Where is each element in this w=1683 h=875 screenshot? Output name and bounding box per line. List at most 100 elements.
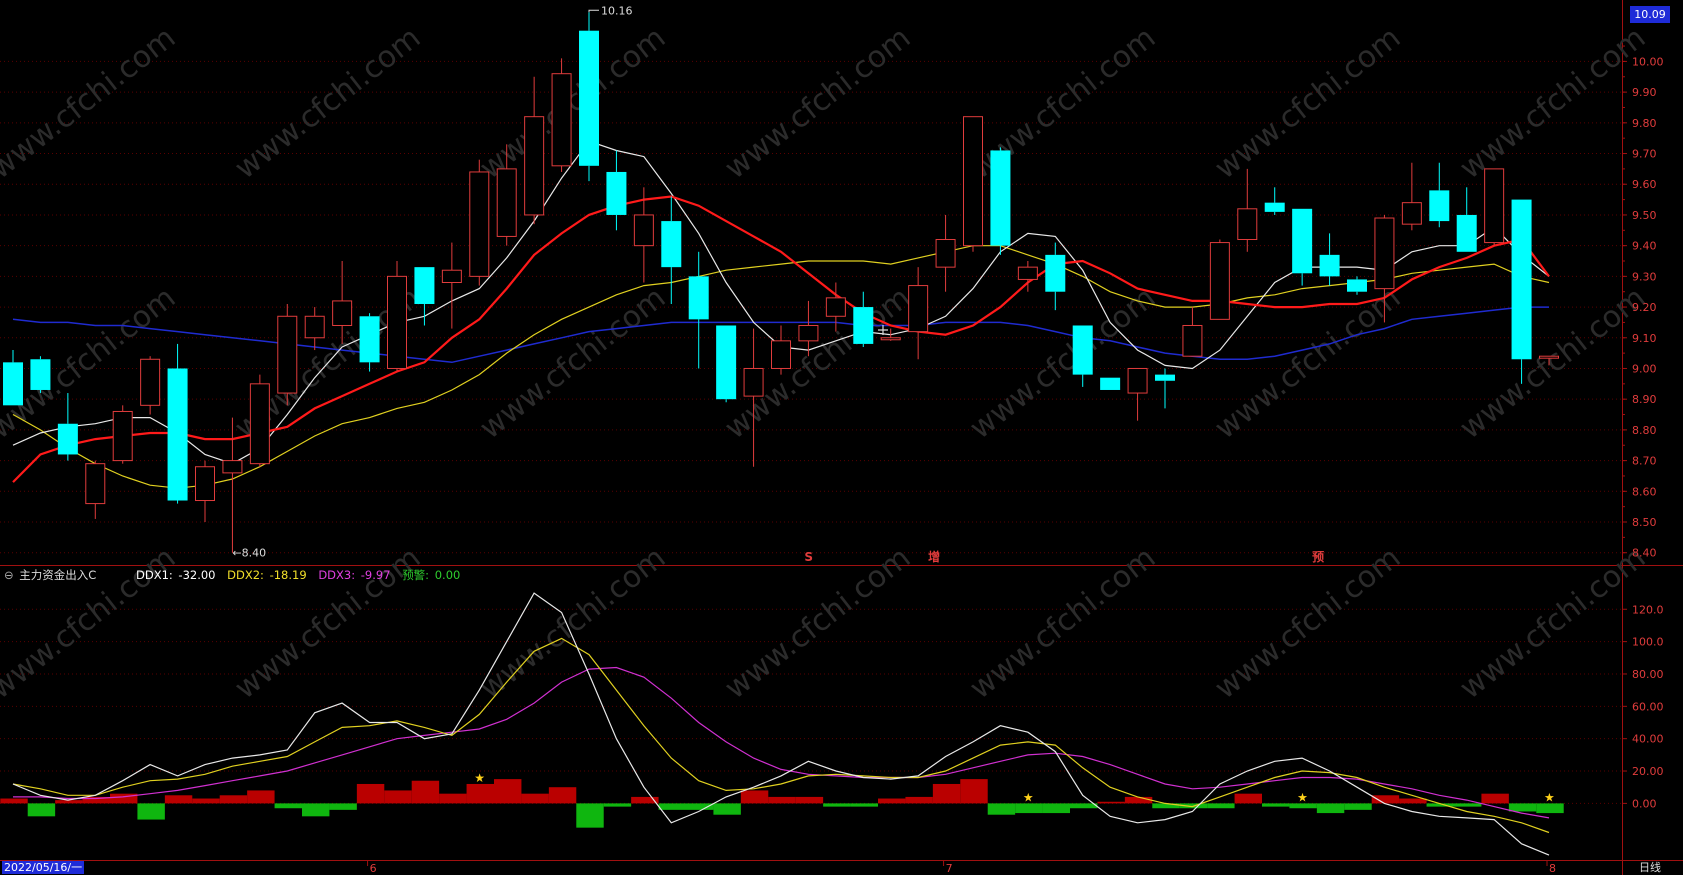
candle-down xyxy=(359,313,380,372)
candle-body xyxy=(633,214,654,247)
candle-up xyxy=(524,76,545,225)
indicator-bar-green xyxy=(1508,803,1537,812)
candle-up xyxy=(469,159,490,286)
candle-body xyxy=(688,276,709,320)
candle-body xyxy=(1237,208,1258,241)
indicator-name[interactable]: 主力资金出入C xyxy=(19,568,96,582)
candle-body xyxy=(798,324,819,342)
price-tick-label: 9.70 xyxy=(1632,148,1657,161)
indicator-tick-label: 80.00 xyxy=(1632,668,1664,681)
indicator-bar-green xyxy=(1454,803,1482,807)
indicator-bar-red xyxy=(494,779,522,804)
indicator-bar-red xyxy=(219,795,248,804)
candle-body xyxy=(1209,242,1230,320)
price-tick-label: 8.60 xyxy=(1632,485,1657,498)
candle-down xyxy=(688,251,709,369)
indicator-bar-green xyxy=(302,803,330,817)
indicator-bar-red xyxy=(1097,801,1125,804)
candle-body xyxy=(1319,254,1340,277)
candle-body xyxy=(880,337,901,341)
indicator-tick-label: 40.00 xyxy=(1632,733,1664,746)
candle-body xyxy=(1484,168,1505,244)
candle-down xyxy=(1264,187,1285,215)
candle-up xyxy=(1237,168,1258,252)
price-tick-label: 8.70 xyxy=(1632,455,1657,468)
watermark-text: www.cfchi.com xyxy=(718,20,917,186)
month-label: 7 xyxy=(946,862,953,875)
candle-down xyxy=(414,267,435,326)
watermark-text: www.cfchi.com xyxy=(718,280,917,446)
watermark-text: www.cfchi.com xyxy=(473,280,672,446)
candle-down xyxy=(606,150,627,231)
indicator-bar-red xyxy=(164,795,193,804)
candle-body xyxy=(1401,202,1422,225)
indicator-bar-green xyxy=(686,803,714,810)
ddx3-label: DDX3: xyxy=(318,568,356,582)
indicator-bar-green xyxy=(1207,803,1235,809)
start-date-label: 2022/05/16/一 xyxy=(2,861,85,874)
candle-body xyxy=(1045,254,1066,292)
candle-down xyxy=(1292,208,1313,286)
indicator-bar-green xyxy=(1015,803,1043,814)
price-tick-label: 9.50 xyxy=(1632,209,1657,222)
indicator-bar-green xyxy=(1042,803,1070,814)
candle-body xyxy=(825,297,846,317)
stock-chart[interactable]: www.cfchi.com www.cfchi.com www.cfchi.com w… xyxy=(0,0,1683,875)
month-label: 6 xyxy=(370,862,377,875)
indicator-bar-red xyxy=(356,783,385,804)
candle-body xyxy=(1456,214,1477,252)
indicator-bar-green xyxy=(823,803,851,807)
price-tick-label: 9.90 xyxy=(1632,86,1657,99)
candle-down xyxy=(167,343,188,504)
candle-down xyxy=(1347,276,1367,295)
candle-up xyxy=(1127,367,1148,421)
candle-up xyxy=(441,242,462,329)
indicator-bar-green xyxy=(137,803,165,820)
candle-body xyxy=(85,463,106,505)
star-mark: ★ xyxy=(474,771,485,785)
indicator-bar-green xyxy=(603,803,632,807)
candle-up xyxy=(277,303,298,406)
candle-body xyxy=(1017,266,1038,280)
indicator-bar-red xyxy=(878,798,906,804)
candle-body xyxy=(1182,324,1203,357)
period-label[interactable]: 日线 xyxy=(1639,861,1661,875)
candle-body xyxy=(853,307,874,344)
candle-body xyxy=(551,73,572,167)
max-price-arrow xyxy=(588,9,599,13)
indicator-bar-red xyxy=(1371,795,1400,804)
candle-body xyxy=(1155,374,1175,381)
indicator-bar-red xyxy=(1481,793,1509,804)
indicator-collapse-icon[interactable]: ⊖ xyxy=(4,568,14,582)
watermark-text: www.cfchi.com xyxy=(1208,280,1407,446)
indicator-bar-red xyxy=(932,783,961,804)
indicator-bar-red xyxy=(0,798,28,804)
indicator-bar-green xyxy=(1316,803,1345,814)
price-tick-label: 8.80 xyxy=(1632,424,1657,437)
candle-body xyxy=(496,168,517,237)
indicator-bar-red xyxy=(740,790,769,804)
indicator-bar-green xyxy=(27,803,56,817)
price-tick-label: 9.10 xyxy=(1632,332,1657,345)
candle-down xyxy=(1100,377,1121,390)
candle-up xyxy=(935,214,956,292)
month-label: 8 xyxy=(1549,862,1556,875)
price-tick-label: 9.20 xyxy=(1632,301,1657,314)
candle-down xyxy=(716,325,737,403)
indicator-tick-label: 0.00 xyxy=(1632,797,1657,810)
indicator-bar-green xyxy=(1262,803,1290,807)
candle-up xyxy=(249,374,270,467)
watermark-text: www.cfchi.com xyxy=(228,20,427,186)
candle-body xyxy=(661,221,682,268)
candle-body xyxy=(304,315,325,339)
candle-up xyxy=(387,261,407,372)
indicator-bar-green xyxy=(1344,803,1372,810)
candle-body xyxy=(414,267,435,304)
candle-up xyxy=(304,307,325,351)
indicator-bar-red xyxy=(1234,793,1262,804)
candle-body xyxy=(524,116,545,216)
candle-down xyxy=(1155,368,1175,409)
price-tick-label: 10.00 xyxy=(1632,55,1664,68)
ddx1-label: DDX1: xyxy=(135,568,173,582)
candle-body xyxy=(57,423,78,455)
